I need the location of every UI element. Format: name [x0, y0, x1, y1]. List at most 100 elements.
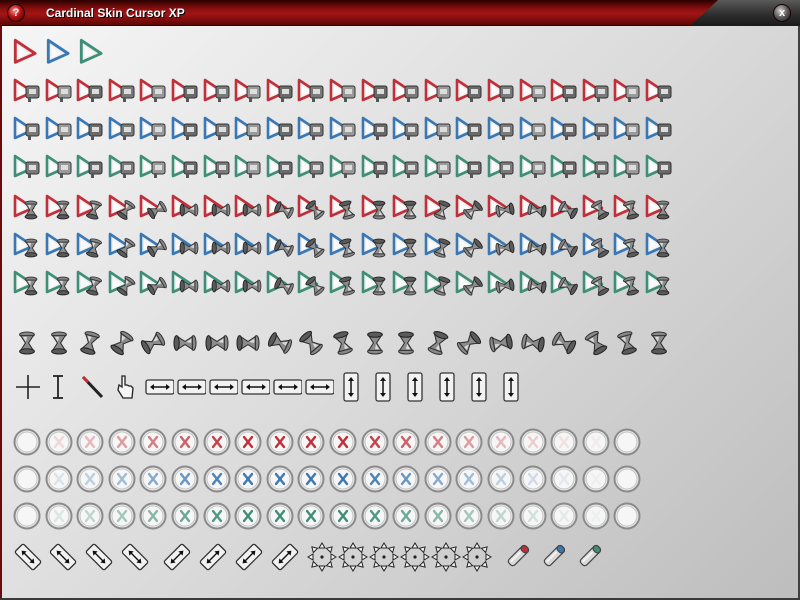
unavailable-cursor-blue-12[interactable] [360, 464, 390, 494]
hourglass-frame-3[interactable] [75, 328, 105, 358]
help-cursor-green-12[interactable] [360, 153, 390, 183]
diagonal-resize-nwse-icon-4[interactable] [120, 542, 150, 572]
help-cursor-green-4[interactable] [107, 153, 137, 183]
hourglass-frame-12[interactable] [360, 328, 390, 358]
arrow-green-cursor[interactable] [76, 37, 106, 67]
help-cursor-blue-13[interactable] [391, 115, 421, 145]
unavailable-cursor-red-20[interactable] [612, 427, 642, 457]
horizontal-resize-icon-7[interactable] [208, 372, 238, 402]
hourglass-frame-7[interactable] [202, 328, 232, 358]
busy-cursor-red-3[interactable] [75, 193, 105, 223]
unavailable-cursor-blue-3[interactable] [75, 464, 105, 494]
busy-cursor-green-12[interactable] [360, 269, 390, 299]
move-four-way-icon-14[interactable] [462, 542, 492, 572]
busy-cursor-red-21[interactable] [644, 193, 674, 223]
help-cursor-green-13[interactable] [391, 153, 421, 183]
hourglass-frame-8[interactable] [233, 328, 263, 358]
help-cursor-blue-16[interactable] [486, 115, 516, 145]
help-cursor-green-15[interactable] [454, 153, 484, 183]
move-four-way-icon-12[interactable] [400, 542, 430, 572]
unavailable-cursor-green-13[interactable] [391, 501, 421, 531]
help-cursor-green-21[interactable] [644, 153, 674, 183]
help-cursor-red-9[interactable] [265, 77, 295, 107]
help-cursor-blue-10[interactable] [296, 115, 326, 145]
vertical-resize-icon-14[interactable] [432, 372, 462, 402]
help-cursor-red-10[interactable] [296, 77, 326, 107]
unavailable-cursor-green-6[interactable] [170, 501, 200, 531]
busy-cursor-green-19[interactable] [581, 269, 611, 299]
unavailable-cursor-red-13[interactable] [391, 427, 421, 457]
help-cursor-green-17[interactable] [518, 153, 548, 183]
busy-cursor-red-10[interactable] [296, 193, 326, 223]
busy-cursor-blue-17[interactable] [518, 231, 548, 261]
hourglass-frame-1[interactable] [12, 328, 42, 358]
unavailable-cursor-red-17[interactable] [518, 427, 548, 457]
help-cursor-red-4[interactable] [107, 77, 137, 107]
unavailable-cursor-green-1[interactable] [12, 501, 42, 531]
help-cursor-green-7[interactable] [202, 153, 232, 183]
busy-cursor-blue-14[interactable] [423, 231, 453, 261]
busy-cursor-green-20[interactable] [612, 269, 642, 299]
unavailable-cursor-blue-13[interactable] [391, 464, 421, 494]
help-cursor-green-6[interactable] [170, 153, 200, 183]
alternate-select-red-icon-15[interactable] [502, 542, 532, 572]
busy-cursor-blue-13[interactable] [391, 231, 421, 261]
unavailable-cursor-green-7[interactable] [202, 501, 232, 531]
crosshair-icon-1[interactable] [13, 372, 43, 402]
busy-cursor-green-3[interactable] [75, 269, 105, 299]
close-button[interactable]: x [773, 4, 791, 22]
help-cursor-green-16[interactable] [486, 153, 516, 183]
busy-cursor-red-15[interactable] [454, 193, 484, 223]
help-cursor-blue-7[interactable] [202, 115, 232, 145]
busy-cursor-red-4[interactable] [107, 193, 137, 223]
handwriting-pen-icon-3[interactable] [77, 372, 107, 402]
help-cursor-red-3[interactable] [75, 77, 105, 107]
help-cursor-blue-14[interactable] [423, 115, 453, 145]
busy-cursor-red-13[interactable] [391, 193, 421, 223]
hourglass-frame-19[interactable] [581, 328, 611, 358]
busy-cursor-blue-6[interactable] [170, 231, 200, 261]
move-four-way-icon-13[interactable] [431, 542, 461, 572]
help-cursor-green-9[interactable] [265, 153, 295, 183]
busy-cursor-green-4[interactable] [107, 269, 137, 299]
unavailable-cursor-green-8[interactable] [233, 501, 263, 531]
vertical-resize-icon-11[interactable] [336, 372, 366, 402]
unavailable-cursor-green-15[interactable] [454, 501, 484, 531]
unavailable-cursor-red-4[interactable] [107, 427, 137, 457]
unavailable-cursor-red-18[interactable] [549, 427, 579, 457]
help-cursor-red-12[interactable] [360, 77, 390, 107]
help-cursor-blue-6[interactable] [170, 115, 200, 145]
busy-cursor-red-7[interactable] [202, 193, 232, 223]
busy-cursor-blue-18[interactable] [549, 231, 579, 261]
unavailable-cursor-red-16[interactable] [486, 427, 516, 457]
help-cursor-blue-2[interactable] [44, 115, 74, 145]
unavailable-cursor-green-4[interactable] [107, 501, 137, 531]
busy-cursor-green-13[interactable] [391, 269, 421, 299]
diagonal-resize-nesw-icon-6[interactable] [198, 542, 228, 572]
vertical-resize-icon-16[interactable] [496, 372, 526, 402]
busy-cursor-red-11[interactable] [328, 193, 358, 223]
unavailable-cursor-blue-17[interactable] [518, 464, 548, 494]
busy-cursor-red-9[interactable] [265, 193, 295, 223]
unavailable-cursor-red-8[interactable] [233, 427, 263, 457]
help-cursor-red-5[interactable] [138, 77, 168, 107]
busy-cursor-green-21[interactable] [644, 269, 674, 299]
unavailable-cursor-green-20[interactable] [612, 501, 642, 531]
busy-cursor-green-15[interactable] [454, 269, 484, 299]
help-cursor-red-17[interactable] [518, 77, 548, 107]
horizontal-resize-icon-5[interactable] [144, 372, 174, 402]
help-cursor-red-16[interactable] [486, 77, 516, 107]
unavailable-cursor-blue-7[interactable] [202, 464, 232, 494]
help-cursor-blue-19[interactable] [581, 115, 611, 145]
help-cursor-green-2[interactable] [44, 153, 74, 183]
unavailable-cursor-red-15[interactable] [454, 427, 484, 457]
busy-cursor-red-8[interactable] [233, 193, 263, 223]
hourglass-frame-21[interactable] [644, 328, 674, 358]
unavailable-cursor-green-18[interactable] [549, 501, 579, 531]
help-cursor-red-2[interactable] [44, 77, 74, 107]
arrow-red-cursor[interactable] [10, 37, 40, 67]
unavailable-cursor-blue-15[interactable] [454, 464, 484, 494]
help-cursor-red-19[interactable] [581, 77, 611, 107]
help-cursor-blue-9[interactable] [265, 115, 295, 145]
unavailable-cursor-blue-14[interactable] [423, 464, 453, 494]
